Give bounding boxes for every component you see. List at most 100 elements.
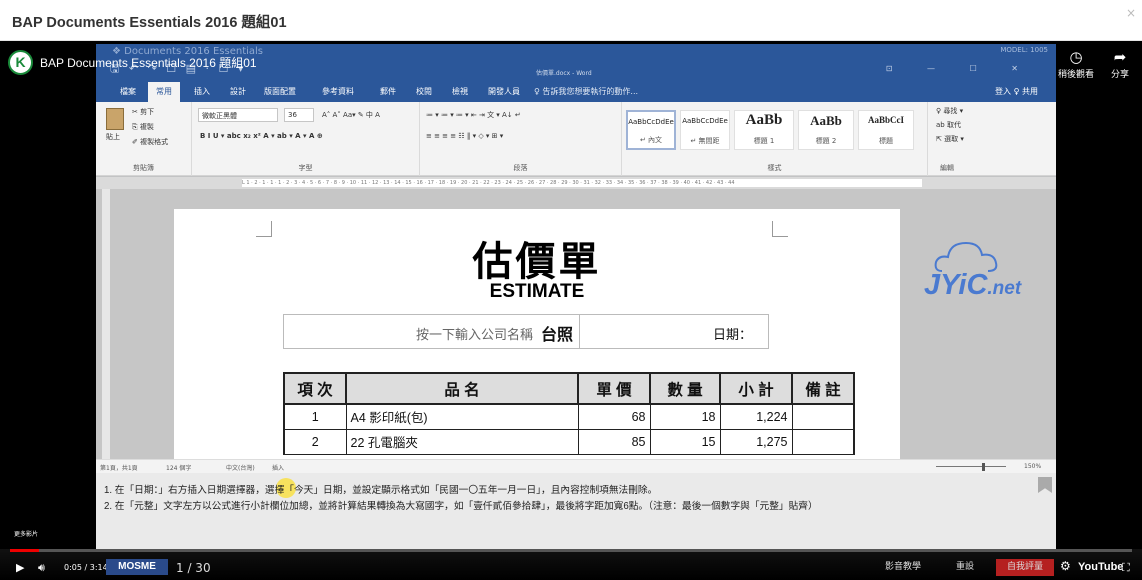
instruction-line-1: 1. 在「日期：」右方插入日期選擇器，選擇「今天」日期，並設定顯示格式如「民國一… <box>104 485 658 496</box>
player-top-bar: K BAP Documents Essentials 2016 題組01 ◷ 稍後… <box>0 41 1142 87</box>
audio-lesson-button[interactable]: 影音教學 <box>870 559 936 576</box>
style-no-spacing: AaBbCcDdEe ↵ 無間距 <box>680 110 730 150</box>
self-test-button[interactable]: 自我評量 <box>996 559 1054 576</box>
header-qty: 數 量 <box>649 372 721 405</box>
tab-file: 檔案 <box>120 87 136 96</box>
style-heading2: AaBb 標題 2 <box>798 110 854 150</box>
font-size-box: 36 <box>284 108 314 122</box>
progress-bar[interactable] <box>10 549 1132 552</box>
header-name: 品 名 <box>345 372 579 405</box>
font-group: 微軟正黑體 36 A˄ A˅ Aa▾ ✎ 中 A B I U ▾ abc x₂ … <box>192 102 420 176</box>
word-screenshot: ❖ Documents 2016 Essentials 🖫 ↶ ↷ ☐ ▤ · … <box>96 44 1056 579</box>
row-price: 85 <box>577 428 651 455</box>
status-language: 中文(台灣) <box>226 465 255 472</box>
style-heading1-name: 標題 1 <box>753 137 775 145</box>
row-no: 1 <box>283 403 347 430</box>
row-subtotal: 1,224 <box>719 403 793 430</box>
cut-label: ✂ 剪下 <box>132 108 155 116</box>
style-normal-name: ↵ 內文 <box>639 136 663 144</box>
status-insert: 插入 <box>272 465 285 472</box>
fullscreen-icon[interactable]: ⛶ <box>1122 561 1130 575</box>
status-zoom: 150% <box>1024 463 1042 470</box>
status-words: 124 個字 <box>166 465 192 472</box>
style-normal-sample: AaBbCcDdEe <box>628 118 674 126</box>
format-painter-label: ✐ 複製格式 <box>132 138 169 146</box>
header-note: 備 註 <box>791 372 855 405</box>
styles-group-label: 樣式 <box>767 164 782 172</box>
tab-review: 校閱 <box>416 87 432 96</box>
select-command: ⇱ 選取 ▾ <box>936 135 964 143</box>
watch-later-label: 稍後觀看 <box>1057 70 1094 80</box>
sign-in-area: 登入 ♀ 共用 <box>995 86 1038 97</box>
tab-layout: 版面配置 <box>264 87 296 96</box>
share-word: ♀ 共用 <box>1013 87 1038 96</box>
header-price: 單 價 <box>577 372 651 405</box>
style-nospacing-name: ↵ 無間距 <box>690 137 720 145</box>
tab-insert: 插入 <box>194 87 210 96</box>
tab-mailings: 郵件 <box>380 87 396 96</box>
more-videos-label[interactable]: 更多影片 <box>14 529 38 538</box>
video-player[interactable]: K BAP Documents Essentials 2016 題組01 ◷ 稍後… <box>0 41 1142 580</box>
items-table: 項 次 品 名 單 價 數 量 小 計 備 註 1 A4 影印紙(包) 68 1… <box>283 372 855 455</box>
style-heading2-name: 標題 2 <box>815 137 837 145</box>
clipboard-group: 貼上 ✂ 剪下 ⎘ 複製 ✐ 複製格式 剪貼簿 <box>96 102 192 176</box>
ruler-scale: L 1 · 2 · 1 · 1 · 1 · 2 · 3 · 4 · 5 · 6 … <box>242 179 922 187</box>
font-group-label: 字型 <box>298 164 313 172</box>
row-note <box>791 428 855 455</box>
find-command: ♀ 尋找 ▾ <box>936 107 964 115</box>
row-note <box>791 403 855 430</box>
font-name-box: 微軟正黑體 <box>198 108 278 122</box>
status-page: 第1頁，共1頁 <box>100 465 138 472</box>
paragraph-row2: ≡ ≡ ≡ ≡ ☷ ‖ ▾ ◇ ▾ ⊞ ▾ <box>426 132 504 140</box>
tab-design: 設計 <box>230 87 246 96</box>
share-label: 分享 <box>1110 70 1129 80</box>
style-normal: AaBbCcDdEe ↵ 內文 <box>626 110 676 150</box>
player-controls: ▶ 🔊︎ 0:05 / 3:14 MOSME 1 / 30 影音教學 重設 自我… <box>0 549 1142 580</box>
share-icon: ➦ <box>1113 48 1127 66</box>
row-name: A4 影印紙(包) <box>345 403 579 430</box>
paste-icon <box>106 108 124 130</box>
vertical-ruler <box>102 189 110 459</box>
header-no: 項 次 <box>283 372 347 405</box>
volume-icon[interactable]: 🔊︎ <box>38 561 45 575</box>
paragraph-group: ≔ ▾ ≔ ▾ ≔ ▾ ⇤ ⇥ 文 ▾ A↓ ↵ ≡ ≡ ≡ ≡ ☷ ‖ ▾ ◇… <box>420 102 622 176</box>
table-row: 1 A4 影印紙(包) 68 18 1,224 <box>283 403 855 430</box>
header-subtotal: 小 計 <box>719 372 793 405</box>
paragraph-group-label: 段落 <box>513 164 528 172</box>
tell-me-box: ♀ 告訴我您想要執行的動作... <box>534 87 639 96</box>
document-page: 估價單 ESTIMATE 按一下輸入公司名稱 台照 日期： 項 次 品 名 單 … <box>174 209 900 469</box>
ribbon: 貼上 ✂ 剪下 ⎘ 複製 ✐ 複製格式 剪貼簿 微軟正黑體 36 A˄ A˅ A… <box>96 102 1056 176</box>
tab-references: 參考資料 <box>322 87 354 96</box>
sign-in: 登入 <box>995 87 1012 96</box>
close-icon[interactable]: × <box>1126 6 1136 20</box>
doc-title: 估價單 <box>472 239 602 285</box>
company-placeholder: 按一下輸入公司名稱 <box>415 328 533 343</box>
row-qty: 15 <box>649 428 721 455</box>
channel-logo[interactable]: K <box>8 50 33 75</box>
page-counter: 1 / 30 <box>176 561 211 575</box>
row-qty: 18 <box>649 403 721 430</box>
row-subtotal: 1,275 <box>719 428 793 455</box>
style-title: AaBbCcI 標題 <box>858 110 914 150</box>
share-button[interactable]: ➦ 分享 <box>1098 49 1142 80</box>
time-display: 0:05 / 3:14 <box>64 563 108 572</box>
redo-button[interactable]: 重設 <box>940 559 990 576</box>
zoom-slider-thumb <box>982 463 985 471</box>
style-heading2-sample: AaBb <box>810 113 842 128</box>
play-icon[interactable]: ▶ <box>16 561 24 574</box>
style-title-name: 標題 <box>879 137 893 145</box>
editing-group-label: 編輯 <box>940 164 954 172</box>
status-bar: 第1頁，共1頁 124 個字 中文(台灣) 插入 150% <box>96 459 1056 473</box>
clock-icon: ◷ <box>1069 48 1083 66</box>
font-grow-shrink: A˄ A˅ Aa▾ ✎ 中 A <box>322 111 380 119</box>
paragraph-row1: ≔ ▾ ≔ ▾ ≔ ▾ ⇤ ⇥ 文 ▾ A↓ ↵ <box>426 111 521 119</box>
settings-icon[interactable]: ⚙ <box>1060 559 1071 573</box>
date-label: 日期： <box>712 328 752 343</box>
company-suffix: 台照 <box>540 325 573 344</box>
youtube-logo[interactable]: YouTube <box>1078 561 1123 573</box>
zoom-slider <box>936 466 1006 467</box>
video-title[interactable]: BAP Documents Essentials 2016 題組01 <box>40 54 257 71</box>
clipboard-group-label: 剪貼簿 <box>133 164 154 172</box>
style-heading1-sample: AaBb <box>745 112 783 128</box>
watch-later-button[interactable]: ◷ 稍後觀看 <box>1054 49 1098 80</box>
